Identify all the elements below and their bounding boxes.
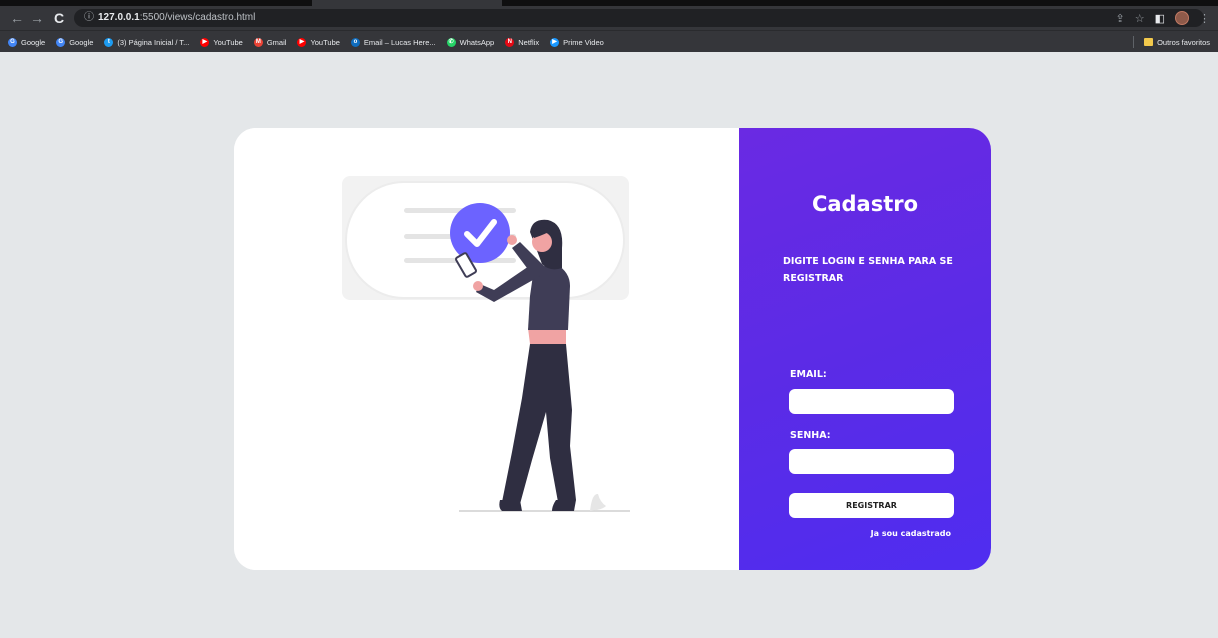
folder-icon — [1144, 38, 1154, 46]
other-bookmarks-folder[interactable]: Outros favoritos — [1144, 31, 1210, 53]
bookmark-item[interactable]: G Google — [56, 37, 94, 47]
woman-shoe-right — [552, 500, 576, 511]
site-info-icon[interactable]: ⓘ — [84, 9, 94, 27]
bookmark-item[interactable]: t (3) Página Inicial / T... — [104, 37, 190, 47]
netflix-icon: N — [505, 37, 515, 47]
bookmark-label: Google — [69, 37, 94, 47]
bookmark-label: Gmail — [266, 37, 287, 47]
woman-hand-left — [473, 281, 483, 291]
check-circle-icon — [450, 203, 510, 263]
bookmark-item[interactable]: ▶ YouTube — [297, 37, 340, 47]
youtube-icon: ▶ — [200, 37, 210, 47]
google-icon: G — [8, 37, 17, 47]
bookmark-item[interactable]: ▶ Prime Video — [550, 37, 604, 47]
menu-icon[interactable]: ⋮ — [1199, 12, 1210, 25]
gmail-icon: M — [253, 37, 263, 47]
url-path: :5500/views/cadastro.html — [139, 12, 256, 23]
plant-shape — [590, 493, 606, 511]
bookmark-label: Google — [21, 37, 46, 47]
already-registered-link[interactable]: Ja sou cadastrado — [871, 529, 951, 538]
email-label: EMAIL: — [790, 369, 827, 380]
bookmark-item[interactable]: ✆ WhatsApp — [446, 37, 495, 47]
google-icon: G — [56, 37, 66, 47]
bookmark-label: WhatsApp — [459, 37, 495, 47]
navigation-bar: ← → C ⓘ 127.0.0.1:5500/views/cadastro.ht… — [0, 6, 1218, 30]
bookmark-item[interactable]: N Netflix — [505, 37, 540, 47]
page-title: Cadastro — [811, 192, 919, 216]
forward-icon[interactable]: → — [28, 9, 46, 27]
bookmarks-separator — [1133, 36, 1134, 48]
side-panel-icon[interactable]: ◧ — [1155, 12, 1165, 25]
bookmark-item[interactable]: ▶ YouTube — [200, 37, 243, 47]
register-card: Cadastro DIGITE LOGIN E SENHA PARA SE RE… — [234, 128, 991, 570]
woman-legs — [502, 344, 576, 504]
bookmark-star-icon[interactable]: ☆ — [1135, 12, 1145, 25]
twitter-icon: t — [104, 37, 114, 47]
bookmarks-list: G Google G Google t (3) Página Inicial / T...… — [8, 31, 604, 53]
browser-chrome: ← → C ⓘ 127.0.0.1:5500/views/cadastro.ht… — [0, 0, 1218, 52]
bookmark-label: Prime Video — [563, 37, 604, 47]
other-bookmarks-label: Outros favoritos — [1157, 37, 1210, 47]
bookmark-item[interactable]: o Email – Lucas Here... — [350, 37, 436, 47]
bookmark-label: (3) Página Inicial / T... — [117, 37, 190, 47]
whatsapp-icon: ✆ — [446, 37, 456, 47]
primevideo-icon: ▶ — [550, 37, 560, 47]
email-field[interactable] — [789, 389, 954, 414]
share-icon[interactable]: ⇪ — [1116, 12, 1125, 25]
bookmark-item[interactable]: G Google — [8, 37, 46, 47]
url-text[interactable]: 127.0.0.1:5500/views/cadastro.html — [98, 9, 255, 27]
register-instructions: DIGITE LOGIN E SENHA PARA SE REGISTRAR — [783, 256, 953, 284]
bookmark-label: YouTube — [310, 37, 340, 47]
profile-avatar[interactable] — [1175, 11, 1189, 25]
reload-icon[interactable]: C — [50, 9, 68, 27]
back-icon[interactable]: ← — [8, 9, 26, 27]
address-bar[interactable]: ⓘ 127.0.0.1:5500/views/cadastro.html — [74, 9, 1204, 27]
bookmarks-bar: G Google G Google t (3) Página Inicial / T...… — [0, 30, 1218, 52]
illustration-panel — [234, 128, 739, 570]
bookmark-item[interactable]: M Gmail — [253, 37, 287, 47]
register-panel: Cadastro DIGITE LOGIN E SENHA PARA SE RE… — [739, 128, 991, 570]
woman-shoe-left — [499, 500, 522, 511]
password-field[interactable] — [789, 449, 954, 474]
bookmark-label: Netflix — [518, 37, 540, 47]
url-host: 127.0.0.1 — [98, 12, 140, 23]
woman-checkmark-illustration — [342, 176, 630, 512]
youtube-icon: ▶ — [297, 37, 307, 47]
bookmark-label: Email – Lucas Here... — [363, 37, 436, 47]
register-button[interactable]: REGISTRAR — [789, 493, 954, 518]
woman-hand-right — [507, 235, 517, 245]
outlook-icon: o — [350, 37, 360, 47]
senha-label: SENHA: — [790, 430, 831, 441]
woman-waist — [528, 328, 566, 344]
bookmark-label: YouTube — [213, 37, 243, 47]
toolbar-right: ⇪ ☆ ◧ ⋮ — [1116, 9, 1210, 27]
